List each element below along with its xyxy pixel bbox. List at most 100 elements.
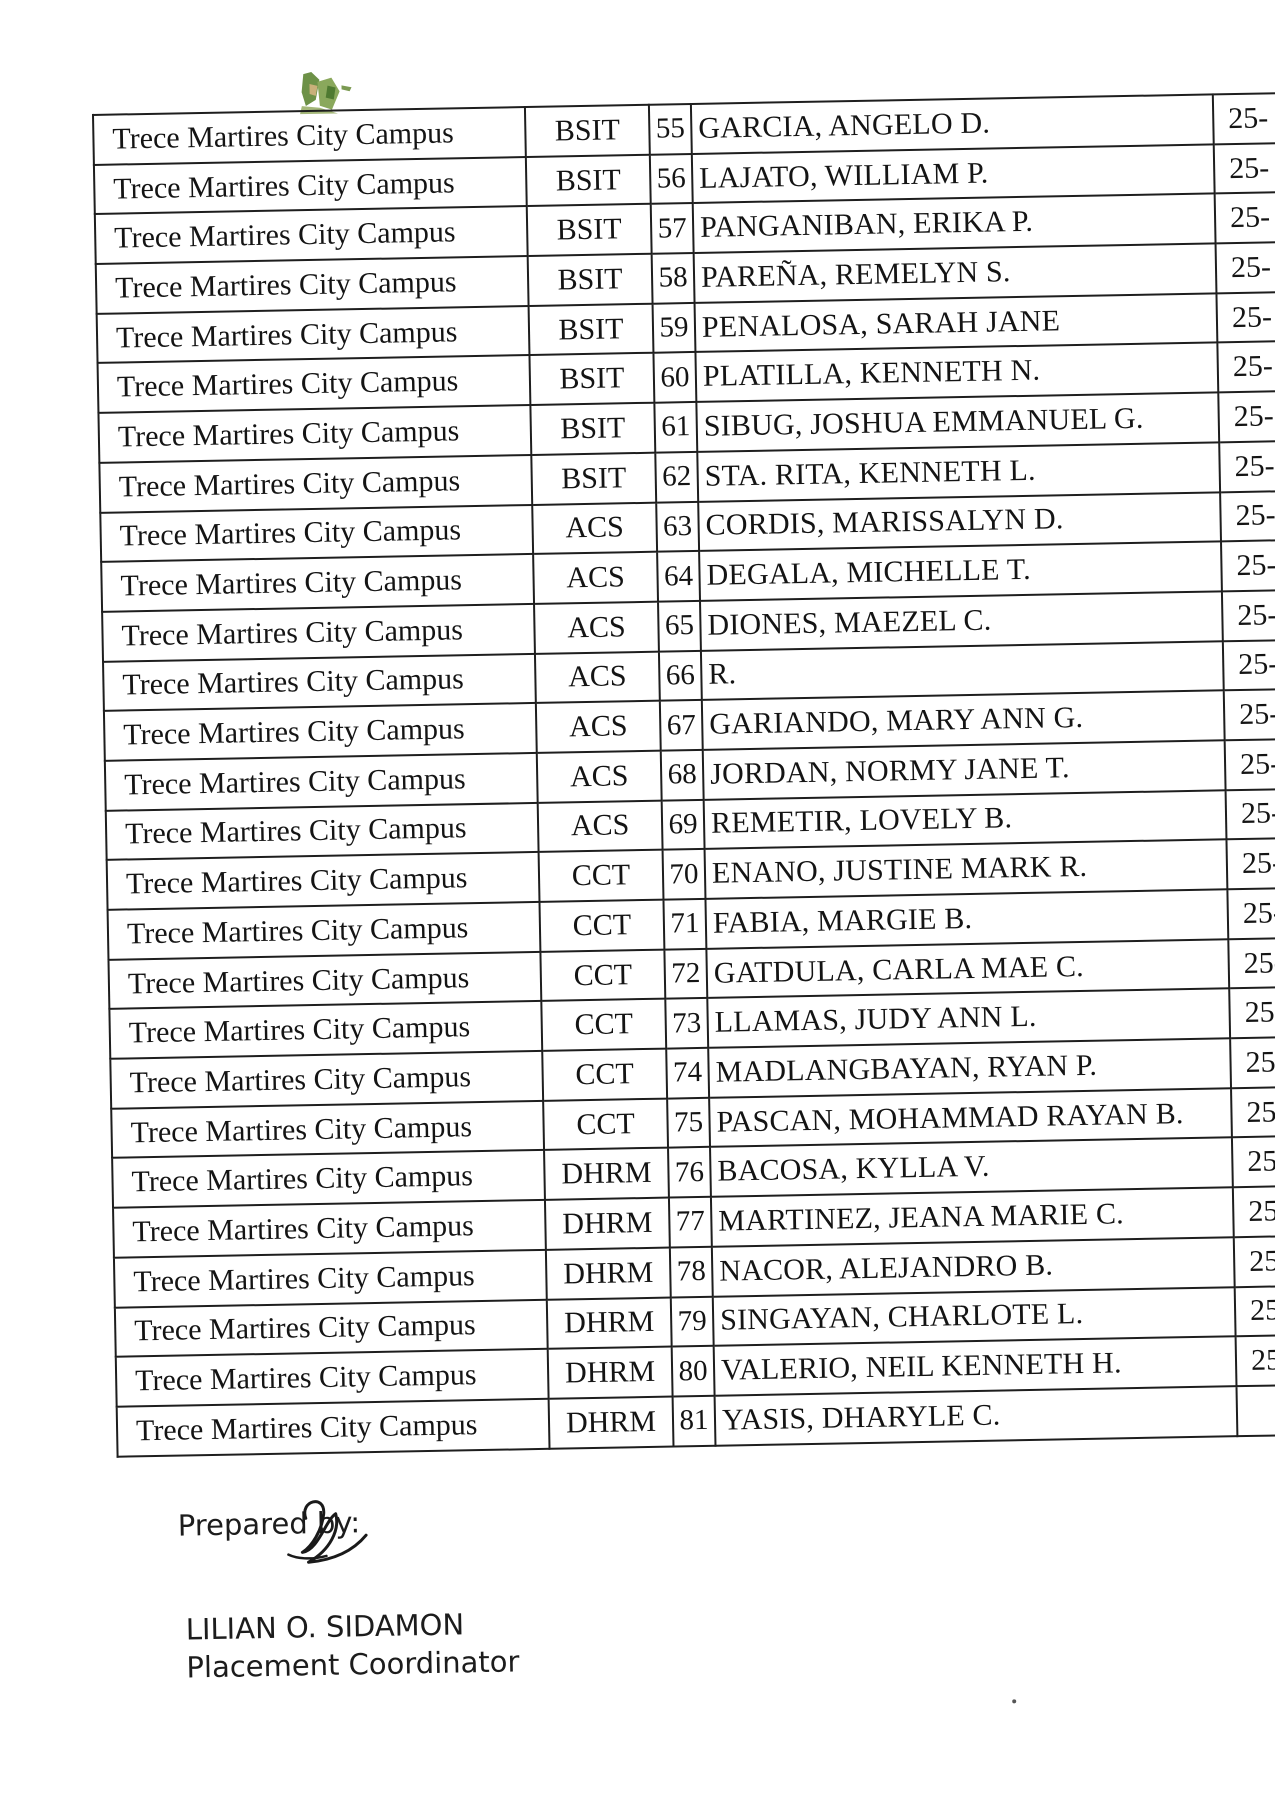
course-cell: CCT xyxy=(540,949,666,1002)
campus-cell: Trece Martires City Campus xyxy=(113,1199,546,1258)
campus-cell: Trece Martires City Campus xyxy=(93,156,527,215)
row-number-cell: 74 xyxy=(666,1047,710,1099)
course-cell: ACS xyxy=(536,750,662,803)
date-cell: 25- xyxy=(1232,1183,1275,1238)
date-cell: 25- xyxy=(1231,1134,1275,1188)
row-number-cell: 77 xyxy=(668,1196,712,1248)
row-number-cell: 71 xyxy=(663,898,707,950)
date-cell: 25- xyxy=(1223,687,1275,741)
date-cell: 25- xyxy=(1220,488,1275,542)
course-cell: ACS xyxy=(534,651,660,704)
campus-cell: Trece Martires City Campus xyxy=(102,603,535,662)
date-cell: 25- xyxy=(1227,885,1275,939)
row-number-cell: 78 xyxy=(669,1246,713,1298)
date-cell: 25- xyxy=(1225,786,1275,840)
course-cell: BSIT xyxy=(527,253,653,306)
row-number-cell: 79 xyxy=(670,1296,714,1347)
row-number-cell: 73 xyxy=(665,998,709,1049)
course-cell: BSIT xyxy=(528,303,654,356)
course-cell: ACS xyxy=(537,800,663,853)
row-number-cell: 61 xyxy=(654,402,698,453)
date-cell: 25- xyxy=(1214,190,1275,244)
course-cell: CCT xyxy=(539,899,665,952)
campus-cell: Trece Martires City Campus xyxy=(99,454,533,513)
row-number-cell: 55 xyxy=(648,103,692,155)
date-cell: 25- xyxy=(1222,637,1275,691)
course-cell: CCT xyxy=(542,1048,668,1101)
course-cell: CCT xyxy=(543,1098,669,1151)
campus-cell: Trece Martires City Campus xyxy=(112,1150,545,1208)
course-cell: DHRM xyxy=(548,1396,674,1449)
row-number-cell: 60 xyxy=(653,352,697,403)
placement-roster-table: Trece Martires City Campus BSIT 55 GARCIA, … xyxy=(92,90,1275,1457)
campus-cell: Trece Martires City Campus xyxy=(115,1349,549,1407)
date-cell: 25- xyxy=(1233,1233,1275,1287)
date-cell: 25- xyxy=(1212,91,1275,145)
coordinator-name: LILIAN O. SIDAMON xyxy=(185,1607,465,1647)
campus-cell: Trece Martires City Campus xyxy=(105,802,539,861)
date-cell: 25- xyxy=(1226,836,1275,890)
campus-cell: Trece Martires City Campus xyxy=(94,206,528,264)
date-cell: 25- xyxy=(1218,389,1275,443)
campus-cell: Trece Martires City Campus xyxy=(101,554,535,612)
campus-cell: Trece Martires City Campus xyxy=(92,107,526,165)
campus-cell: Trece Martires City Campus xyxy=(106,852,540,910)
row-number-cell: 59 xyxy=(652,302,696,354)
campus-cell: Trece Martires City Campus xyxy=(113,1249,547,1308)
date-cell: 25- xyxy=(1235,1332,1275,1387)
course-cell: BSIT xyxy=(526,204,652,257)
date-cell xyxy=(1236,1382,1275,1436)
campus-cell: Trece Martires City Campus xyxy=(107,901,541,960)
student-name-cell: YASIS, DHARYLE C. xyxy=(714,1386,1238,1446)
row-number-cell: 80 xyxy=(671,1345,715,1397)
course-cell: ACS xyxy=(532,502,658,555)
date-cell: 25- xyxy=(1216,289,1275,343)
row-number-cell: 68 xyxy=(660,749,704,801)
course-cell: DHRM xyxy=(544,1197,670,1250)
campus-cell: Trece Martires City Campus xyxy=(95,256,529,314)
course-cell: ACS xyxy=(535,700,661,753)
campus-cell: Trece Martires City Campus xyxy=(108,951,542,1010)
campus-cell: Trece Martires City Campus xyxy=(109,1001,543,1059)
date-cell: 25- xyxy=(1217,339,1275,393)
handwritten-signature xyxy=(287,1500,368,1564)
row-number-cell: 76 xyxy=(668,1147,711,1198)
course-cell: DHRM xyxy=(544,1148,669,1200)
row-number-cell: 58 xyxy=(651,253,695,304)
course-cell: BSIT xyxy=(524,104,650,157)
row-number-cell: 75 xyxy=(667,1097,711,1149)
course-cell: BSIT xyxy=(530,402,656,455)
row-number-cell: 63 xyxy=(656,501,700,552)
row-number-cell: 72 xyxy=(664,948,708,999)
date-cell: 25- xyxy=(1221,587,1275,641)
campus-cell: Trece Martires City Campus xyxy=(110,1050,544,1109)
row-number-cell: 62 xyxy=(655,451,699,503)
signature-block: Prepared by: LILIAN O. SIDAMON Placement… xyxy=(178,1500,520,1684)
date-cell: 25- xyxy=(1215,240,1275,294)
row-number-cell: 57 xyxy=(650,203,694,254)
row-number-cell: 67 xyxy=(659,700,703,751)
row-number-cell: 70 xyxy=(662,849,706,900)
campus-cell: Trece Martires City Campus xyxy=(103,703,537,761)
row-number-cell: 66 xyxy=(658,650,702,701)
row-number-cell: 81 xyxy=(672,1395,716,1447)
date-cell: 25- xyxy=(1213,140,1275,194)
date-cell: 25- xyxy=(1221,538,1275,592)
campus-cell: Trece Martires City Campus xyxy=(114,1299,548,1357)
row-number-cell: 56 xyxy=(649,153,693,205)
document-page: Trece Martires City Campus BSIT 55 GARCIA, … xyxy=(0,0,1275,1801)
row-number-cell: 65 xyxy=(658,600,701,652)
paper-speck xyxy=(1012,1699,1017,1704)
row-number-cell: 64 xyxy=(657,551,701,602)
course-cell: DHRM xyxy=(547,1346,673,1399)
campus-cell: Trece Martires City Campus xyxy=(116,1398,550,1457)
course-cell: BSIT xyxy=(531,452,657,505)
date-cell: 25- xyxy=(1224,736,1275,790)
date-cell: 25- xyxy=(1228,935,1275,989)
course-cell: BSIT xyxy=(529,353,655,406)
date-cell: 25- xyxy=(1230,1034,1275,1089)
campus-cell: Trece Martires City Campus xyxy=(97,355,531,414)
course-cell: CCT xyxy=(541,998,667,1051)
date-cell: 25- xyxy=(1219,438,1275,492)
course-cell: ACS xyxy=(534,601,659,654)
